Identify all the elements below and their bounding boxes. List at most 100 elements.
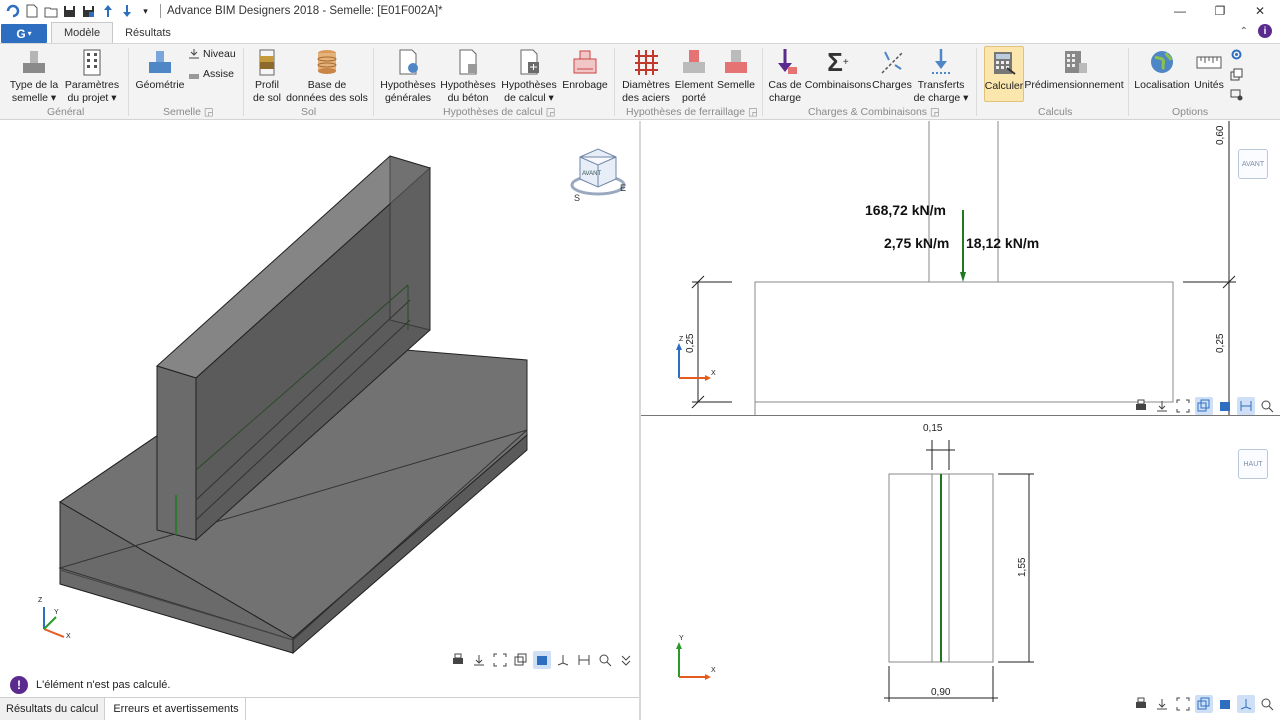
type-semelle-button[interactable]: Type de la semelle ▾ (8, 46, 60, 104)
zoom-extents-icon[interactable] (1174, 397, 1192, 415)
chevron-up-icon[interactable]: ⌃ (1240, 26, 1248, 37)
localisation-button[interactable]: Localisation (1134, 46, 1190, 91)
type-semelle-label-1: Type de la (9, 79, 59, 91)
base-donnees-sols-button[interactable]: Base de données des sols (286, 46, 368, 104)
export-icon[interactable] (1153, 397, 1171, 415)
collapse-icon[interactable] (617, 651, 635, 669)
shaded-icon[interactable] (1216, 695, 1234, 713)
concrete-hypothesis-icon (452, 46, 484, 78)
tab-modele[interactable]: Modèle (51, 22, 114, 43)
axes-icon[interactable] (554, 651, 572, 669)
dim-footing-width: 0,90 (931, 687, 951, 698)
hypotheses-calcul-button[interactable]: Hypothèses de calcul ▾ (500, 46, 558, 104)
print-icon[interactable] (1132, 397, 1150, 415)
comb-label: Combinaisons (804, 79, 872, 91)
load-transfer-icon (925, 46, 957, 78)
charges-button[interactable]: Charges (872, 46, 912, 91)
front-viewport[interactable]: 168,72 kN/m 2,75 kN/m 18,12 kN/m 0,60 0,… (641, 121, 1280, 416)
app-menu-button[interactable]: G ▾ (1, 24, 47, 43)
export-icon[interactable] (470, 651, 488, 669)
combinaisons-button[interactable]: Σ + Combinaisons (804, 46, 872, 91)
new-file-icon[interactable] (23, 2, 40, 20)
transferts-charge-button[interactable]: Transferts de charge ▾ (914, 46, 968, 104)
dimensions-icon[interactable] (575, 651, 593, 669)
windows-icon[interactable] (1230, 68, 1243, 84)
hypotheses-generales-button[interactable]: Hypothèses générales (380, 46, 436, 104)
open-file-icon[interactable] (42, 2, 59, 20)
zoom-extents-icon[interactable] (491, 651, 509, 669)
app-menu-label: G (16, 26, 26, 41)
tab-erreurs-avertissements[interactable]: Erreurs et avertissements (105, 698, 246, 720)
download-icon[interactable] (118, 2, 135, 20)
profil-label-1: Profil (255, 79, 279, 91)
settings-icon[interactable] (1230, 48, 1243, 64)
view-tag-top[interactable]: HAUT (1238, 449, 1268, 479)
group-general-label: Général (47, 106, 85, 118)
unites-button[interactable]: Unités (1192, 46, 1226, 91)
minimize-button[interactable]: — (1160, 0, 1200, 22)
wireframe-icon[interactable] (512, 651, 530, 669)
maximize-button[interactable]: ❐ (1200, 0, 1240, 22)
shaded-icon[interactable] (1216, 397, 1234, 415)
zoom-icon[interactable] (1258, 695, 1276, 713)
enrobage-label: Enrobage (562, 79, 608, 91)
view-cube[interactable]: AVANT S E (568, 143, 632, 206)
options-small-icons (1230, 48, 1243, 104)
upload-icon[interactable] (99, 2, 116, 20)
diametres-aciers-button[interactable]: Diamètres des aciers (620, 46, 672, 104)
assise-button[interactable]: Assise (188, 68, 234, 80)
tab-resultats[interactable]: Résultats (113, 22, 183, 43)
niveau-button[interactable]: Niveau (188, 48, 236, 60)
group-separator (243, 48, 244, 116)
dropdown-icon[interactable]: ▾ (137, 2, 154, 20)
group-options-label: Options (1172, 106, 1209, 118)
group-charges-label: Charges & Combinaisons ◲ (808, 106, 940, 118)
footing-type-icon (18, 46, 50, 78)
calculer-label: Calculer (984, 80, 1024, 92)
footing-3d-model (58, 155, 528, 655)
globe-icon (1146, 46, 1178, 78)
cas-charge-button[interactable]: Cas de charge (766, 46, 804, 104)
hypotheses-beton-button[interactable]: Hypothèses du béton (440, 46, 496, 104)
dimensions-icon[interactable] (1237, 397, 1255, 415)
wireframe-icon[interactable] (1195, 397, 1213, 415)
unites-label: Unités (1194, 79, 1224, 91)
rebar-diameter-icon (630, 46, 662, 78)
profil-sol-button[interactable]: Profil de sol (249, 46, 285, 104)
bottom-tabs: Résultats du calcul Erreurs et avertisse… (0, 697, 639, 720)
zoom-icon[interactable] (1258, 397, 1276, 415)
view-tag-front[interactable]: AVANT (1238, 149, 1268, 179)
group-hypferr-label: Hypothèses de ferraillage ◲ (626, 106, 758, 118)
top-viewport[interactable]: 0,15 1,55 0,90 HAUT Y X (641, 417, 1280, 720)
parametres-projet-button[interactable]: Paramètres du projet ▾ (64, 46, 120, 104)
semelle-button[interactable]: Semelle (716, 46, 756, 91)
predimensionnement-button[interactable]: Prédimensionnement (1024, 46, 1124, 91)
print-icon[interactable] (1132, 695, 1150, 713)
iso-3d-viewport[interactable]: AVANT S E Z Y X (0, 121, 639, 674)
geometrie-button[interactable]: Géométrie (134, 46, 186, 91)
charges-icon (876, 46, 908, 78)
wireframe-icon[interactable] (1195, 695, 1213, 713)
zoom-extents-icon[interactable] (1174, 695, 1192, 713)
element-porte-button[interactable]: Element porté (674, 46, 714, 104)
dim-wall-width: 0,15 (923, 423, 943, 434)
zoom-icon[interactable] (596, 651, 614, 669)
info-icon[interactable]: i (1258, 24, 1272, 38)
calculer-button[interactable]: Calculer (984, 46, 1024, 102)
iso-axis-gizmo: Z Y X (30, 595, 76, 644)
group-separator (373, 48, 374, 116)
tab-resultats-calcul[interactable]: Résultats du calcul (0, 698, 106, 720)
seat-icon (189, 74, 199, 79)
enrobage-button[interactable]: Enrobage (562, 46, 608, 91)
axes-icon[interactable] (1237, 695, 1255, 713)
print-icon[interactable] (449, 651, 467, 669)
save-icon[interactable] (61, 2, 78, 20)
shaded-icon[interactable] (533, 651, 551, 669)
display-options-icon[interactable] (1230, 88, 1243, 104)
ribbon-panel: Type de la semelle ▾ Paramètres du proje… (0, 43, 1280, 120)
save-as-icon[interactable] (80, 2, 97, 20)
export-icon[interactable] (1153, 695, 1171, 713)
close-button[interactable]: ✕ (1240, 0, 1280, 22)
app-logo-icon[interactable] (4, 2, 21, 20)
semelle-label: Semelle (717, 79, 755, 91)
